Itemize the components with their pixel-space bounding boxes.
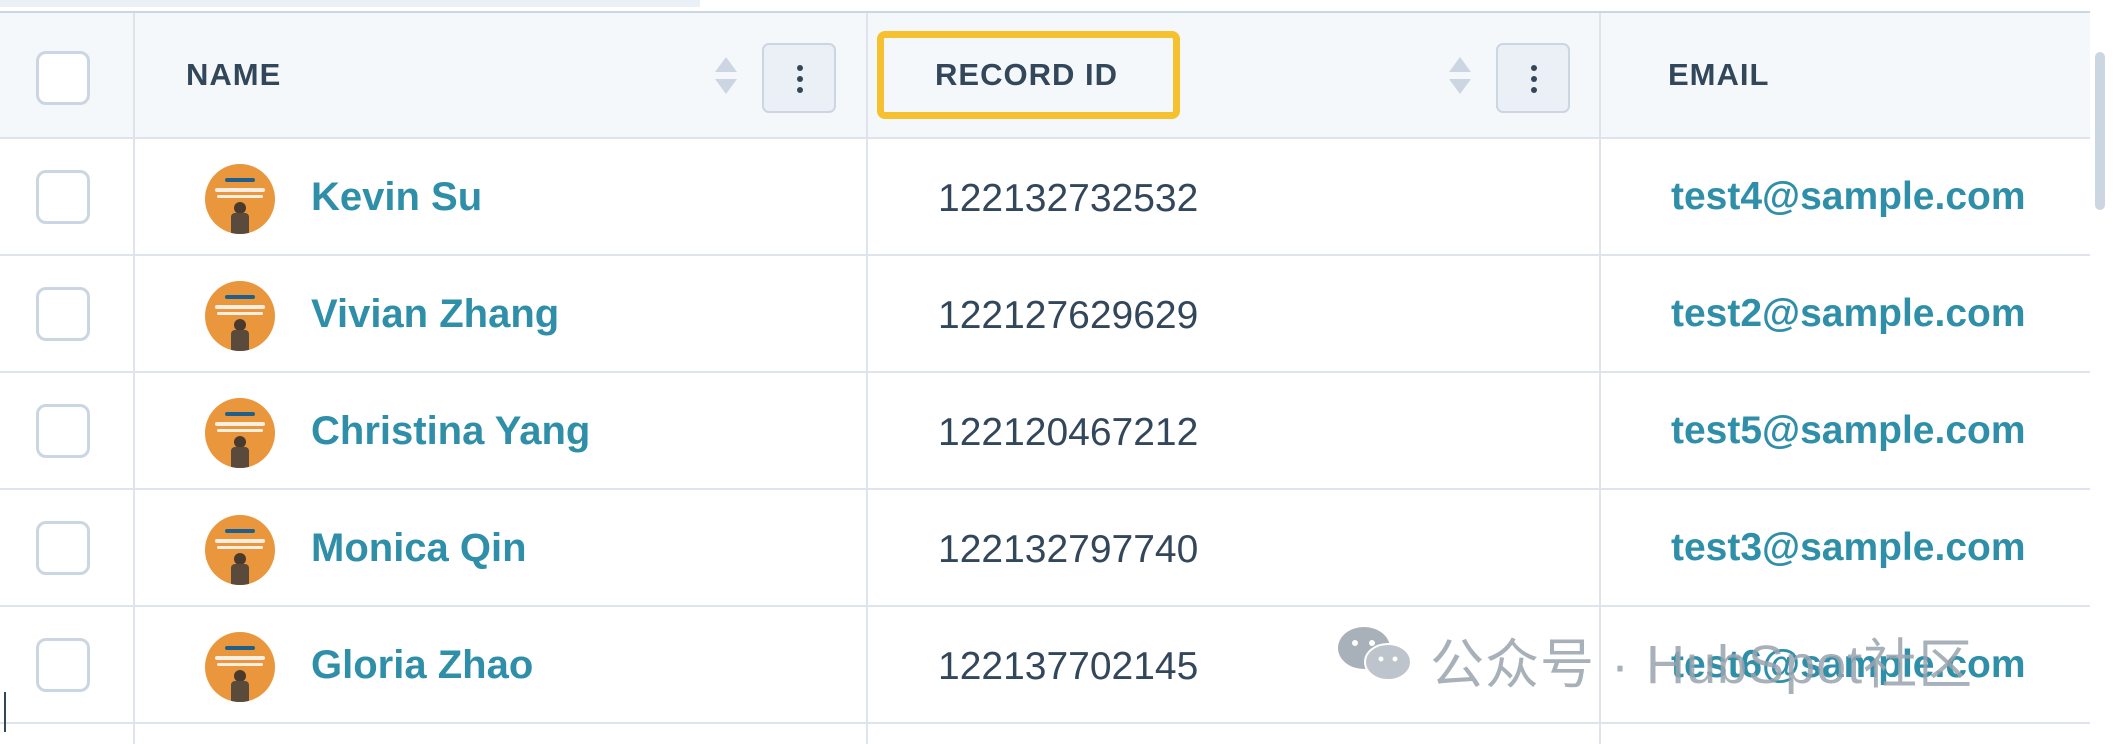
- sort-arrows-icon[interactable]: [713, 57, 739, 99]
- vertical-dots-icon: [1531, 65, 1537, 71]
- name-column-menu-button[interactable]: [762, 43, 836, 113]
- avatar-logo-icon: [205, 632, 275, 702]
- email-link[interactable]: test2@sample.com: [1671, 292, 2026, 336]
- wechat-icon: [1338, 627, 1412, 681]
- avatar-logo-icon: [205, 398, 275, 468]
- avatar-logo-icon: [205, 281, 275, 351]
- contact-name-link[interactable]: Monica Qin: [311, 526, 527, 571]
- record-id-value: 122127629629: [938, 294, 1199, 337]
- column-divider: [866, 13, 868, 137]
- top-strip: [0, 0, 700, 7]
- table-row: Monica Qin 122132797740 test3@sample.com: [0, 490, 2090, 607]
- table-row: Vivian Zhang 122127629629 test2@sample.c…: [0, 256, 2090, 373]
- record-id-value: 122120467212: [938, 411, 1199, 454]
- record-id-value: 122132797740: [938, 528, 1199, 571]
- table-row: Kevin Su 122132732532 test4@sample.com: [0, 139, 2090, 256]
- row-checkbox[interactable]: [36, 638, 90, 692]
- email-link[interactable]: test5@sample.com: [1671, 409, 2026, 453]
- record-id-column-menu-button[interactable]: [1496, 43, 1570, 113]
- contact-name-link[interactable]: Kevin Su: [311, 175, 482, 220]
- vertical-dots-icon: [797, 65, 803, 71]
- text-cursor: [4, 692, 6, 732]
- avatar-logo-icon: [205, 164, 275, 234]
- watermark-text: 公众号 · HubSpot社区: [1430, 635, 1974, 695]
- record-id-value: 122137702145: [938, 645, 1199, 688]
- avatar-logo-icon: [205, 515, 275, 585]
- table-row-partial: [0, 724, 2090, 744]
- vertical-scrollbar[interactable]: [2095, 52, 2105, 210]
- contact-name-link[interactable]: Gloria Zhao: [311, 643, 533, 688]
- column-divider: [1599, 13, 1601, 137]
- record-id-value: 122132732532: [938, 177, 1199, 220]
- email-link[interactable]: test4@sample.com: [1671, 175, 2026, 219]
- row-checkbox[interactable]: [36, 287, 90, 341]
- column-header-email[interactable]: EMAIL: [1668, 57, 1769, 93]
- column-header-record-id[interactable]: RECORD ID: [935, 57, 1118, 93]
- email-link[interactable]: test3@sample.com: [1671, 526, 2026, 570]
- row-checkbox[interactable]: [36, 521, 90, 575]
- contact-name-link[interactable]: Vivian Zhang: [311, 292, 559, 337]
- contact-name-link[interactable]: Christina Yang: [311, 409, 590, 454]
- table-header-row: NAME RECORD ID EMAIL: [0, 11, 2090, 139]
- sort-arrows-icon[interactable]: [1447, 57, 1473, 99]
- column-divider: [133, 13, 135, 137]
- row-checkbox[interactable]: [36, 170, 90, 224]
- select-all-checkbox[interactable]: [36, 51, 90, 105]
- column-header-name[interactable]: NAME: [186, 57, 281, 93]
- table-row: Christina Yang 122120467212 test5@sample…: [0, 373, 2090, 490]
- row-checkbox[interactable]: [36, 404, 90, 458]
